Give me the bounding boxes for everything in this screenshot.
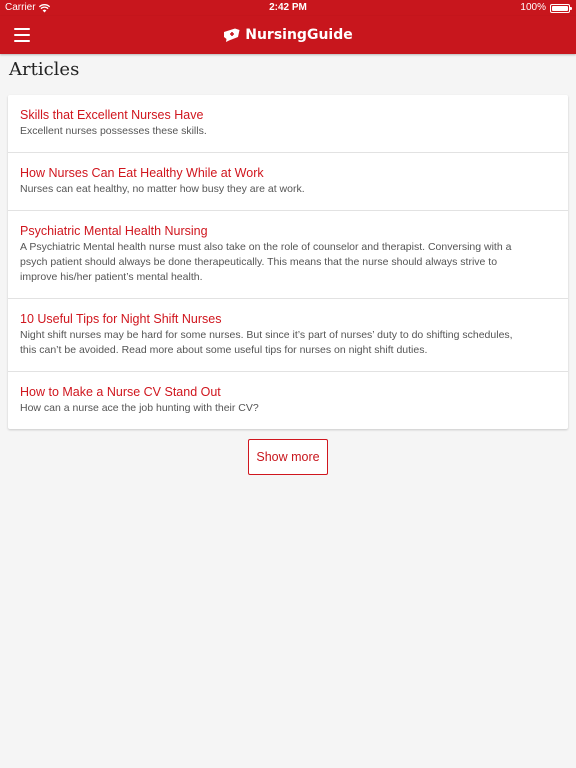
article-title[interactable]: Skills that Excellent Nurses Have bbox=[20, 107, 556, 123]
article-item[interactable]: How Nurses Can Eat Healthy While at Work… bbox=[8, 152, 568, 210]
battery-icon bbox=[550, 3, 572, 13]
article-summary: Night shift nurses may be hard for some … bbox=[20, 329, 513, 356]
page-title: Articles bbox=[9, 59, 80, 80]
app-header: NursingGuide bbox=[0, 16, 576, 54]
article-title[interactable]: 10 Useful Tips for Night Shift Nurses bbox=[20, 311, 556, 327]
article-summary: Nurses can eat healthy, no matter how bu… bbox=[20, 183, 305, 195]
status-time: 2:42 PM bbox=[269, 2, 307, 13]
article-item[interactable]: Skills that Excellent Nurses Have Excell… bbox=[8, 95, 568, 152]
article-item[interactable]: How to Make a Nurse CV Stand Out How can… bbox=[8, 371, 568, 429]
articles-list: Skills that Excellent Nurses Have Excell… bbox=[8, 95, 568, 429]
article-title[interactable]: Psychiatric Mental Health Nursing bbox=[20, 223, 556, 239]
brand-logo[interactable]: NursingGuide bbox=[0, 16, 576, 54]
article-title[interactable]: How to Make a Nurse CV Stand Out bbox=[20, 384, 556, 400]
status-bar-right: 100% bbox=[520, 0, 572, 16]
article-item[interactable]: 10 Useful Tips for Night Shift Nurses Ni… bbox=[8, 298, 568, 371]
battery-percent: 100% bbox=[520, 2, 546, 13]
status-bar: Carrier 2:42 PM 100% bbox=[0, 0, 576, 16]
article-summary: Excellent nurses possesses these skills. bbox=[20, 125, 207, 137]
article-summary: A Psychiatric Mental health nurse must a… bbox=[20, 241, 512, 283]
nursing-guide-logo-icon bbox=[224, 28, 240, 42]
show-more-button[interactable]: Show more bbox=[248, 439, 328, 475]
article-summary: How can a nurse ace the job hunting with… bbox=[20, 402, 259, 414]
article-title[interactable]: How Nurses Can Eat Healthy While at Work bbox=[20, 165, 556, 181]
article-item[interactable]: Psychiatric Mental Health Nursing A Psyc… bbox=[8, 210, 568, 298]
brand-name: NursingGuide bbox=[245, 27, 353, 43]
